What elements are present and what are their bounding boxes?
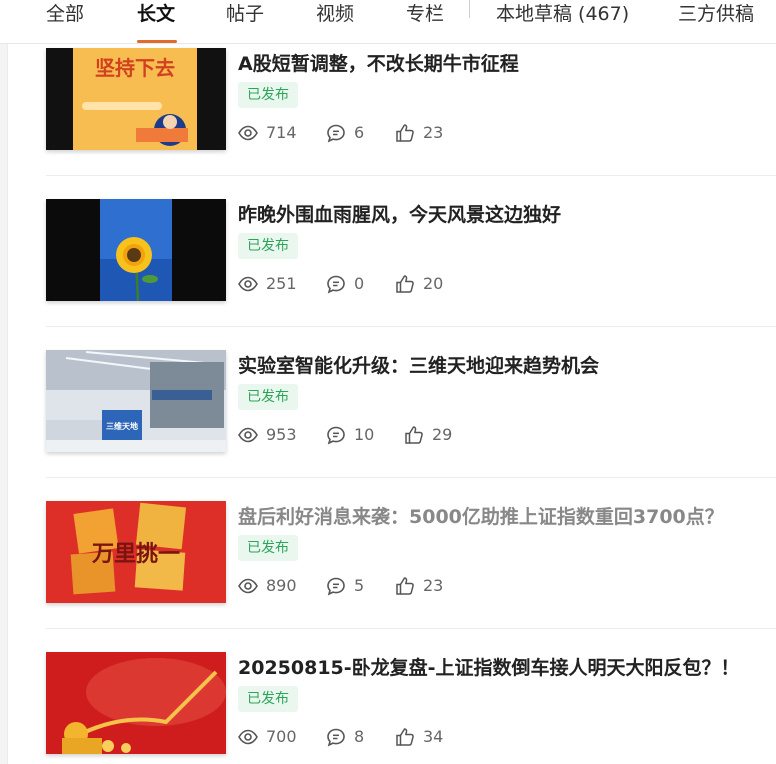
comments-count: 6 — [354, 123, 365, 142]
status-badge: 已发布 — [238, 82, 298, 108]
comment-icon — [327, 124, 345, 143]
thumbnail-text: 坚持下去 — [95, 56, 175, 80]
tab-long-article[interactable]: 长文 — [137, 2, 175, 28]
likes-count: 20 — [423, 274, 444, 293]
divider — [46, 175, 776, 176]
thumbs-up-icon — [396, 728, 414, 746]
views-count: 890 — [266, 576, 297, 595]
eye-icon — [238, 427, 258, 443]
likes-count: 29 — [432, 425, 453, 444]
article-item[interactable]: 坚持下去 A股短暂调整，不改长期牛市征程 已发布 714 6 23 — [46, 48, 776, 176]
divider — [46, 628, 776, 629]
article-title[interactable]: 实验室智能化升级：三维天地迎来趋势机会 — [238, 354, 599, 378]
likes-count: 34 — [423, 727, 444, 746]
comment-icon — [327, 275, 345, 294]
article-item[interactable]: 20250815-卧龙复盘-上证指数倒车接人明天大阳反包？！ 已发布 700 8… — [46, 652, 776, 764]
comment-icon — [327, 728, 345, 747]
article-title[interactable]: 20250815-卧龙复盘-上证指数倒车接人明天大阳反包？！ — [238, 656, 740, 680]
article-thumbnail[interactable]: 三维天地 — [46, 350, 226, 452]
comments-count: 8 — [354, 727, 365, 746]
thumbs-up-icon — [405, 426, 423, 444]
views-count: 251 — [266, 274, 297, 293]
likes-count: 23 — [423, 123, 444, 142]
views-count: 700 — [266, 727, 297, 746]
status-badge: 已发布 — [238, 384, 298, 410]
thumbnail-text: 三维天地 — [106, 421, 138, 431]
status-badge: 已发布 — [238, 535, 298, 561]
status-badge: 已发布 — [238, 233, 298, 259]
article-thumbnail[interactable]: 万里挑一 — [46, 501, 226, 603]
eye-icon — [238, 125, 258, 141]
thumbs-up-icon — [396, 124, 414, 142]
tab-video[interactable]: 视频 — [316, 2, 354, 28]
eye-icon — [238, 729, 258, 745]
eye-icon — [238, 276, 258, 292]
comments-count: 0 — [354, 274, 365, 293]
tab-all[interactable]: 全部 — [46, 2, 84, 28]
comments-count: 10 — [354, 425, 375, 444]
content-tabs: 全部 长文 帖子 视频 专栏 本地草稿 (467) 三方供稿 — [0, 0, 776, 44]
status-badge: 已发布 — [238, 686, 298, 712]
comment-icon — [327, 426, 345, 445]
article-thumbnail[interactable] — [46, 652, 226, 754]
eye-icon — [238, 578, 258, 594]
article-item[interactable]: 三维天地 实验室智能化升级：三维天地迎来趋势机会 已发布 953 10 29 — [46, 350, 776, 478]
views-count: 714 — [266, 123, 297, 142]
thumbs-up-icon — [396, 577, 414, 595]
comment-icon — [327, 577, 345, 596]
article-title[interactable]: 昨晚外围血雨腥风，今天风景这边独好 — [238, 203, 561, 227]
article-item[interactable]: 昨晚外围血雨腥风，今天风景这边独好 已发布 251 0 20 — [46, 199, 776, 327]
article-thumbnail[interactable] — [46, 199, 226, 301]
views-count: 953 — [266, 425, 297, 444]
tab-third-party[interactable]: 三方供稿 — [678, 2, 754, 28]
tab-local-drafts[interactable]: 本地草稿 (467) — [496, 2, 629, 28]
divider — [46, 477, 776, 478]
tab-divider — [469, 0, 470, 18]
active-tab-indicator — [137, 40, 177, 43]
article-title[interactable]: 盘后利好消息来袭：5000亿助推上证指数重回3700点？ — [238, 505, 724, 529]
thumbs-up-icon — [396, 275, 414, 293]
article-item[interactable]: 万里挑一 盘后利好消息来袭：5000亿助推上证指数重回3700点？ 已发布 89… — [46, 501, 776, 629]
left-panel-edge — [0, 0, 8, 764]
divider — [46, 326, 776, 327]
article-title[interactable]: A股短暂调整，不改长期牛市征程 — [238, 52, 519, 76]
comments-count: 5 — [354, 576, 365, 595]
likes-count: 23 — [423, 576, 444, 595]
article-thumbnail[interactable]: 坚持下去 — [46, 48, 226, 150]
thumbnail-text: 万里挑一 — [91, 542, 180, 567]
tab-column[interactable]: 专栏 — [406, 2, 444, 28]
tab-posts[interactable]: 帖子 — [226, 2, 264, 28]
